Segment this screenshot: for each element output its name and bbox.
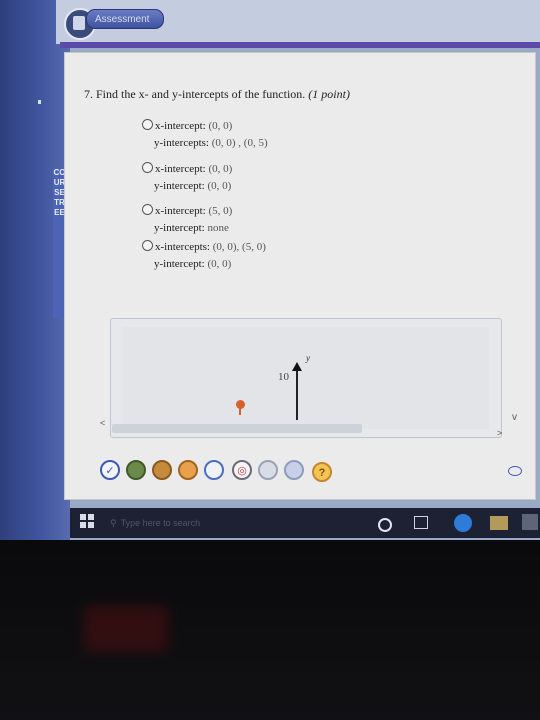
- checkmark-icon[interactable]: ✓: [100, 460, 120, 480]
- radio-button[interactable]: [142, 119, 153, 130]
- graph-point-stem: [239, 407, 241, 415]
- monitor-bezel: [0, 540, 540, 720]
- option-line-2: y-intercept: none: [154, 222, 229, 234]
- horizontal-scrollbar[interactable]: [112, 424, 362, 433]
- radio-button[interactable]: [142, 240, 153, 251]
- scroll-left-icon[interactable]: <: [100, 418, 105, 428]
- radio-button[interactable]: [142, 204, 153, 215]
- radio-button[interactable]: [142, 162, 153, 173]
- answer-option-2[interactable]: x-intercept: (0, 0) y-intercept: (0, 0): [142, 162, 232, 192]
- y-axis-arrow-icon: [292, 362, 302, 371]
- scroll-right-icon[interactable]: >: [497, 428, 502, 438]
- option-line-2: y-intercept: (0, 0): [154, 258, 232, 270]
- target-icon[interactable]: ◎: [232, 460, 252, 480]
- edge-browser-icon[interactable]: [454, 514, 472, 532]
- question-points: (1 point): [308, 87, 350, 101]
- assessment-tab[interactable]: Assessment: [86, 9, 164, 29]
- scroll-down-icon[interactable]: v: [512, 412, 517, 423]
- desk-reflection: [84, 606, 168, 652]
- globe-icon[interactable]: [126, 460, 146, 480]
- comment-icon[interactable]: [508, 466, 522, 476]
- cortana-icon[interactable]: [378, 518, 392, 532]
- task-view-icon[interactable]: [414, 516, 428, 529]
- graph-area[interactable]: [123, 327, 489, 429]
- answer-option-4[interactable]: x-intercepts: (0, 0), (5, 0) y-intercept…: [142, 240, 266, 270]
- y-tick-label: 10: [278, 371, 289, 383]
- search-icon: ⚲: [110, 518, 117, 528]
- y-axis-label: y: [306, 353, 310, 363]
- graph-frame: [110, 318, 502, 438]
- help-icon[interactable]: ?: [312, 462, 332, 482]
- question-prompt: Find the x- and y-intercepts of the func…: [96, 87, 306, 101]
- highlight-icon[interactable]: [258, 460, 278, 480]
- option-line-2: y-intercepts: (0, 0) , (0, 5): [154, 137, 268, 149]
- file-explorer-icon[interactable]: [490, 516, 508, 530]
- accent-bar: [60, 42, 540, 48]
- taskbar-search[interactable]: ⚲ Type here to search: [110, 512, 360, 534]
- question-number: 7.: [84, 87, 93, 101]
- windows-start-icon[interactable]: [80, 514, 94, 528]
- answer-option-1[interactable]: x-intercept: (0, 0) y-intercepts: (0, 0)…: [142, 119, 268, 149]
- screen: COURSE TREE Assessment 7. Find the x- an…: [0, 0, 540, 540]
- rail-marker: [38, 100, 41, 104]
- y-axis-line: [296, 370, 298, 420]
- blank-circle-icon[interactable]: [204, 460, 224, 480]
- option-line-2: y-intercept: (0, 0): [154, 180, 232, 192]
- question-text: 7. Find the x- and y-intercepts of the f…: [84, 87, 350, 102]
- answer-option-3[interactable]: x-intercept: (5, 0) y-intercept: none: [142, 204, 232, 234]
- notepad-icon[interactable]: [284, 460, 304, 480]
- flag-icon[interactable]: [152, 460, 172, 480]
- store-icon[interactable]: [522, 514, 538, 530]
- calculator-icon[interactable]: [178, 460, 198, 480]
